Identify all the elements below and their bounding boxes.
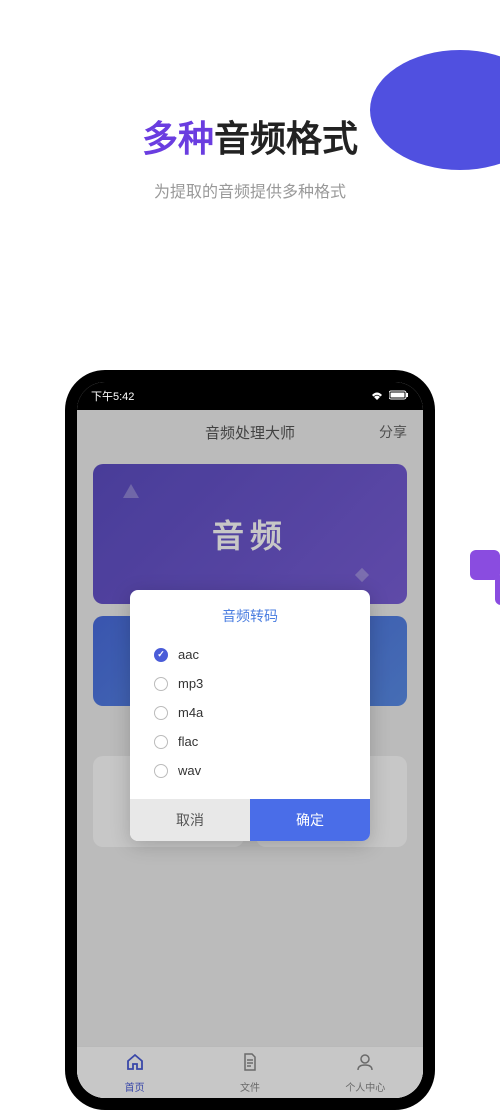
option-label: wav bbox=[178, 763, 201, 778]
format-modal: 音频转码 aac mp3 m4a bbox=[130, 590, 370, 841]
option-wav[interactable]: wav bbox=[154, 756, 346, 785]
modal-title: 音频转码 bbox=[130, 590, 370, 636]
option-mp3[interactable]: mp3 bbox=[154, 669, 346, 698]
battery-icon bbox=[389, 390, 409, 403]
status-bar: 下午5:42 bbox=[77, 382, 423, 410]
modal-buttons: 取消 确定 bbox=[130, 799, 370, 841]
option-label: aac bbox=[178, 647, 199, 662]
option-m4a[interactable]: m4a bbox=[154, 698, 346, 727]
radio-unchecked-icon bbox=[154, 706, 168, 720]
option-label: mp3 bbox=[178, 676, 203, 691]
radio-unchecked-icon bbox=[154, 764, 168, 778]
hero-title-rest: 音频格式 bbox=[214, 118, 358, 159]
confirm-button[interactable]: 确定 bbox=[250, 799, 370, 841]
hero-title-accent: 多种 bbox=[142, 118, 214, 159]
radio-checked-icon bbox=[154, 648, 168, 662]
option-list: aac mp3 m4a flac bbox=[130, 636, 370, 799]
option-label: m4a bbox=[178, 705, 203, 720]
hero-subtitle: 为提取的音频提供多种格式 bbox=[0, 178, 500, 202]
option-flac[interactable]: flac bbox=[154, 727, 346, 756]
radio-unchecked-icon bbox=[154, 677, 168, 691]
option-aac[interactable]: aac bbox=[154, 640, 346, 669]
phone-screen: 下午5:42 音频处理大师 分享 音频 bbox=[77, 382, 423, 1098]
wifi-icon bbox=[370, 390, 384, 403]
decorative-side-shape bbox=[470, 550, 500, 630]
phone-frame: 下午5:42 音频处理大师 分享 音频 bbox=[65, 370, 435, 1110]
radio-unchecked-icon bbox=[154, 735, 168, 749]
option-label: flac bbox=[178, 734, 198, 749]
status-time: 下午5:42 bbox=[91, 388, 134, 404]
cancel-button[interactable]: 取消 bbox=[130, 799, 250, 841]
app-content: 音频处理大师 分享 音频 ∿∿∿ ∿∿ ? bbox=[77, 410, 423, 1098]
